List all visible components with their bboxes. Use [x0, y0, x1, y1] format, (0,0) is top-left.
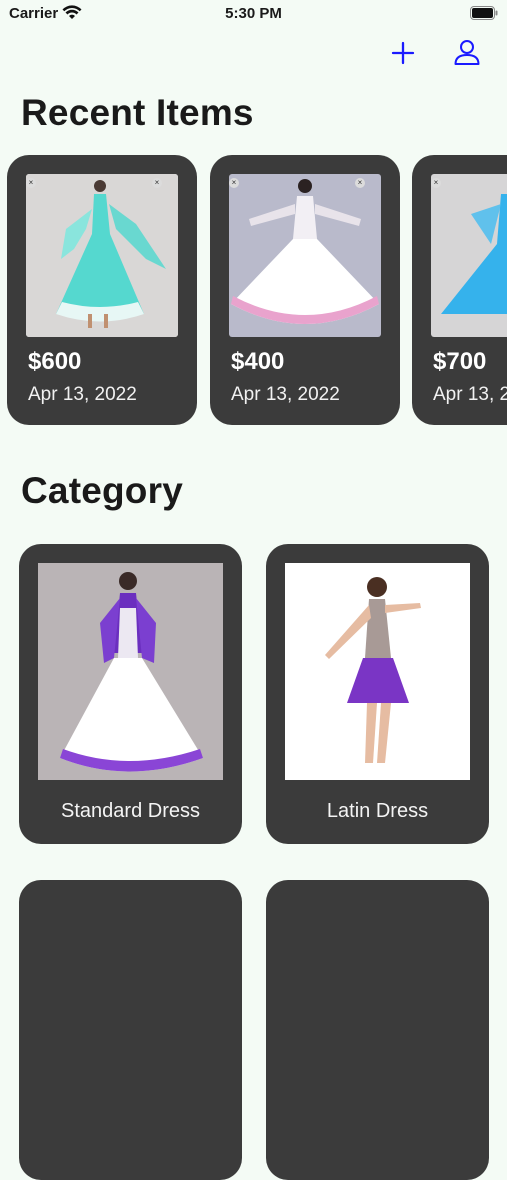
- category-label: Latin Dress: [326, 800, 429, 822]
- remove-icon[interactable]: ×: [26, 178, 36, 188]
- remove-icon[interactable]: ×: [229, 178, 239, 188]
- battery-icon: [470, 6, 498, 20]
- recent-items-title: Recent Items: [21, 92, 254, 133]
- category-title: Category: [21, 470, 183, 511]
- add-item-button[interactable]: [388, 38, 418, 68]
- category-label: Standard Dress: [61, 800, 200, 822]
- dress-image: [38, 563, 223, 780]
- clock: 5:30 PM: [225, 5, 282, 22]
- recent-items-carousel[interactable]: × × $600 Apr 13, 2022 × × $400 Apr 13, 2…: [0, 155, 507, 427]
- remove-icon[interactable]: ×: [152, 178, 162, 188]
- category-card[interactable]: [266, 880, 489, 1180]
- remove-icon[interactable]: ×: [431, 178, 441, 188]
- recent-item-card[interactable]: × × $400 Apr 13, 2022: [210, 155, 400, 425]
- item-date: Apr 13, 2022: [231, 384, 340, 405]
- item-price: $700: [433, 348, 487, 375]
- category-card[interactable]: [19, 880, 242, 1180]
- remove-icon[interactable]: ×: [355, 178, 365, 188]
- recent-item-card[interactable]: × $700 Apr 13, 2022: [412, 155, 507, 425]
- person-icon: [454, 40, 480, 65]
- dress-image: [285, 563, 470, 780]
- category-card-latin-dress[interactable]: Latin Dress: [266, 544, 489, 844]
- dress-image: [229, 174, 381, 337]
- profile-button[interactable]: [452, 38, 482, 68]
- item-price: $400: [231, 348, 285, 375]
- item-date: Apr 13, 2022: [28, 384, 137, 405]
- dress-image: [26, 174, 178, 337]
- category-card-standard-dress[interactable]: Standard Dress: [19, 544, 242, 844]
- recent-item-card[interactable]: × × $600 Apr 13, 2022: [7, 155, 197, 425]
- plus-icon: [391, 41, 415, 65]
- item-price: $600: [28, 348, 82, 375]
- dress-image: [431, 174, 507, 337]
- item-date: Apr 13, 2022: [433, 384, 507, 405]
- status-bar: Carrier 5:30 PM: [0, 0, 507, 30]
